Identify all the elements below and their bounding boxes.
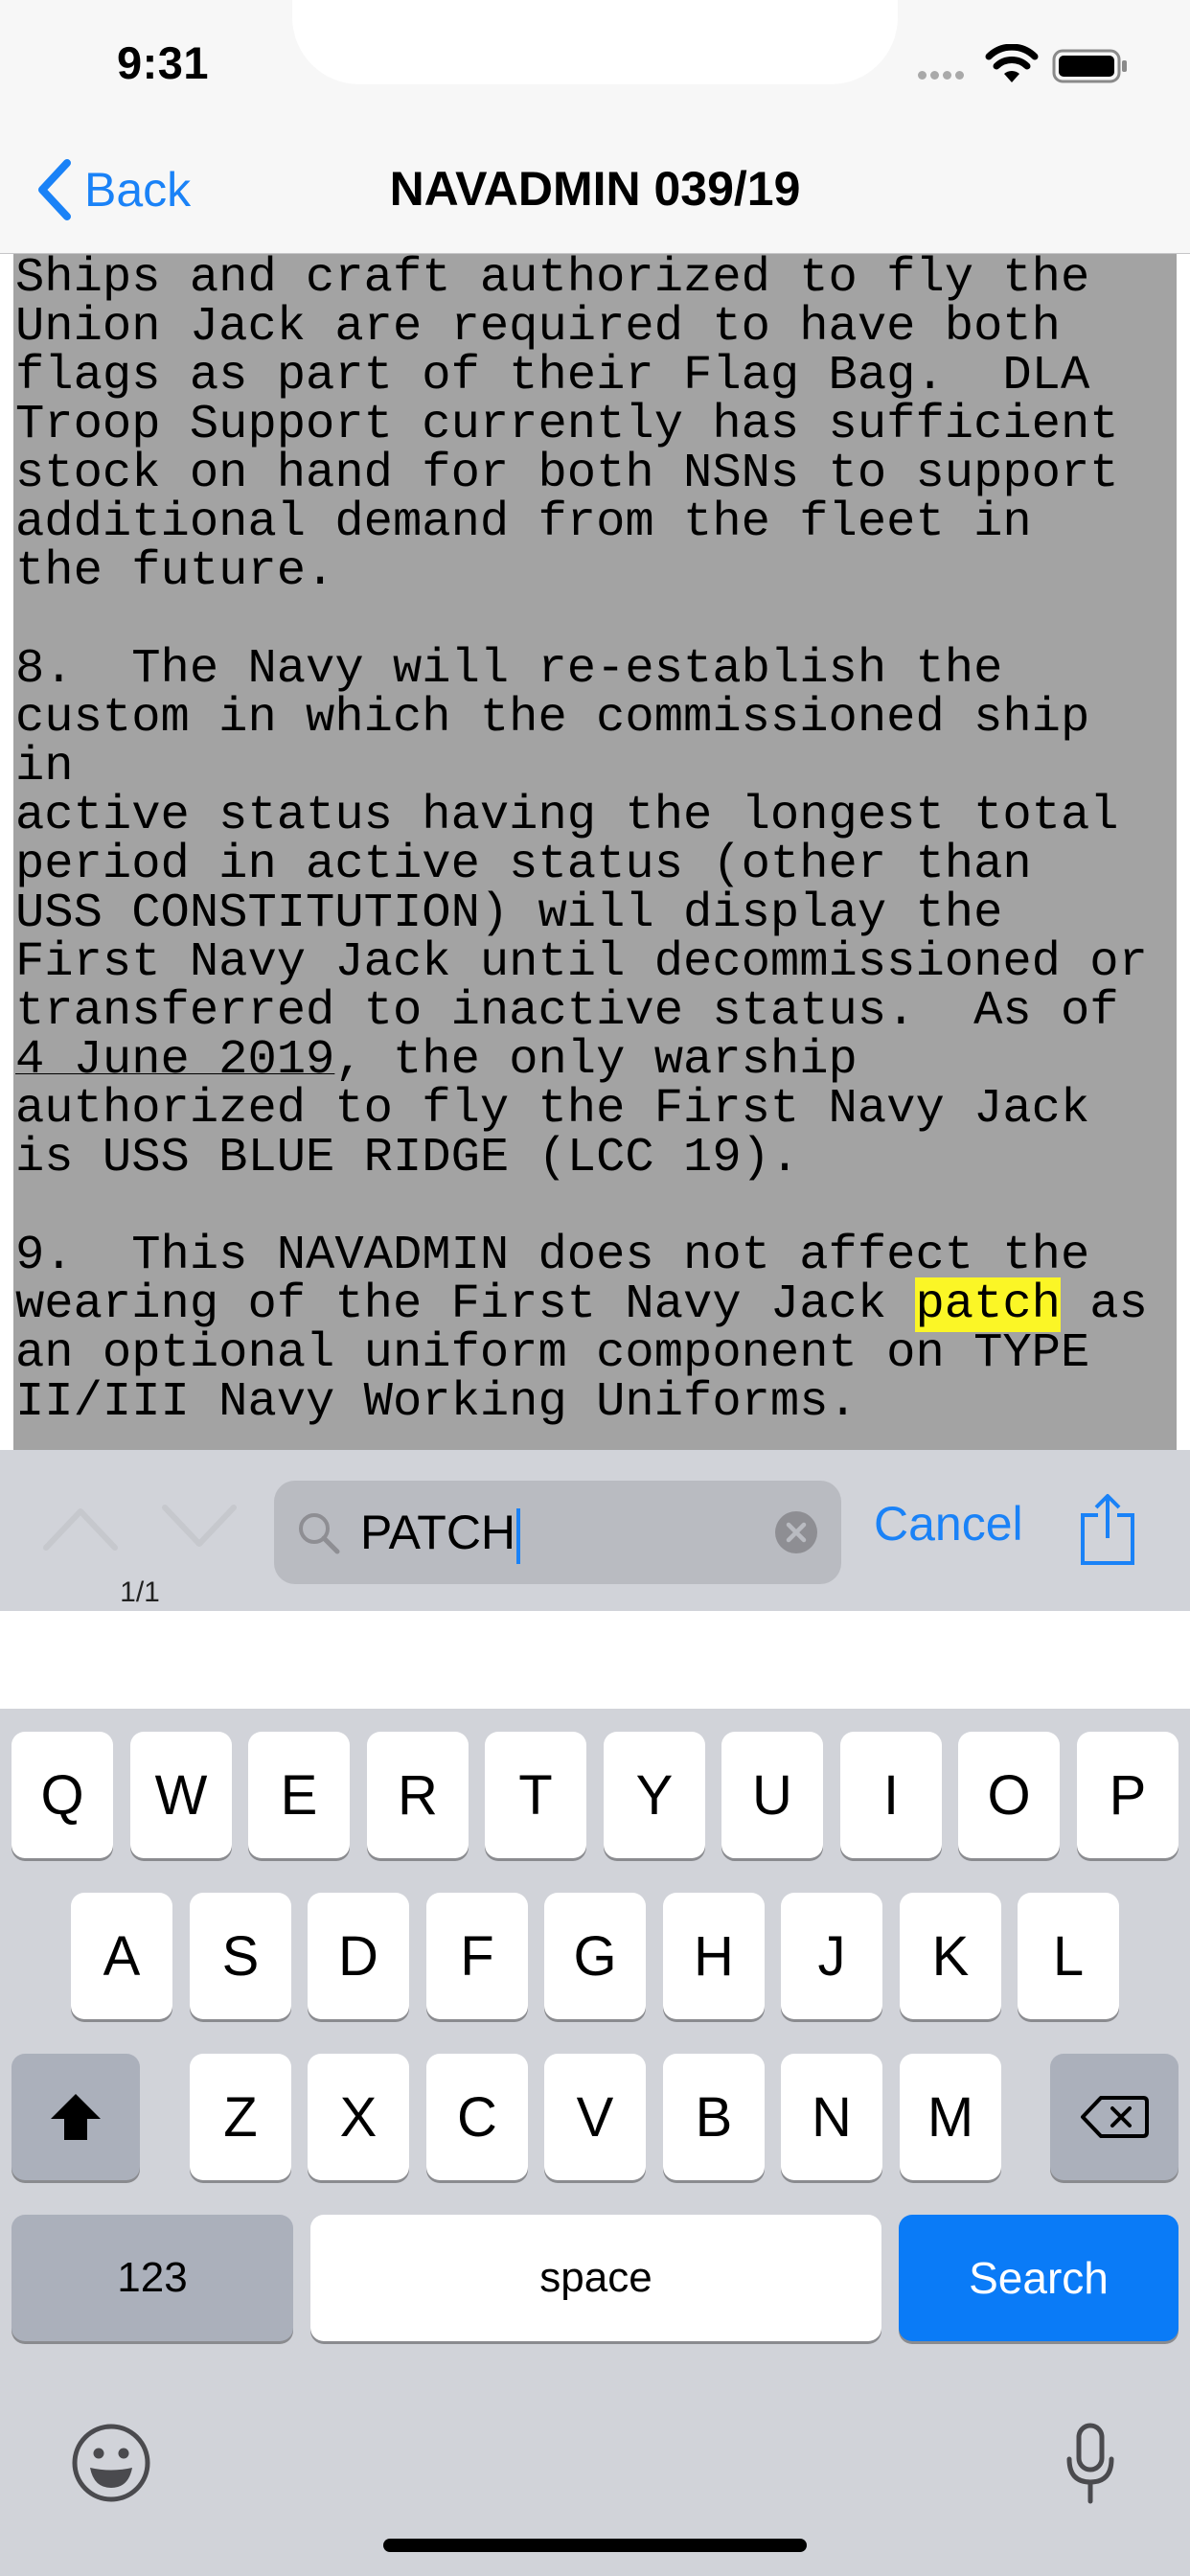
- cancel-button[interactable]: Cancel: [874, 1496, 1023, 1552]
- match-count: 1/1: [120, 1576, 160, 1608]
- status-time: 9:31: [117, 37, 210, 88]
- cellular-signal-icon: [918, 67, 973, 80]
- search-icon: [299, 1513, 340, 1554]
- clear-text-icon[interactable]: [774, 1510, 818, 1554]
- previous-match-button[interactable]: [40, 1498, 121, 1555]
- key-g[interactable]: G: [544, 1893, 646, 2019]
- key-y[interactable]: Y: [604, 1732, 705, 1858]
- key-i[interactable]: I: [840, 1732, 942, 1858]
- backspace-key[interactable]: [1050, 2054, 1179, 2180]
- shift-icon: [51, 2094, 101, 2140]
- key-e[interactable]: E: [248, 1732, 350, 1858]
- key-m[interactable]: M: [900, 2054, 1001, 2180]
- search-input-value: PATCH: [360, 1504, 521, 1564]
- key-n[interactable]: N: [781, 2054, 882, 2180]
- numbers-key[interactable]: 123: [11, 2215, 293, 2341]
- key-t[interactable]: T: [485, 1732, 586, 1858]
- search-input[interactable]: PATCH: [274, 1481, 841, 1584]
- key-o[interactable]: O: [958, 1732, 1060, 1858]
- key-l[interactable]: L: [1018, 1893, 1119, 2019]
- navigation-bar: NAVADMIN 039/19 Back: [0, 126, 1190, 254]
- key-u[interactable]: U: [721, 1732, 823, 1858]
- key-x[interactable]: X: [308, 2054, 409, 2180]
- search-key[interactable]: Search: [899, 2215, 1179, 2341]
- key-p[interactable]: P: [1077, 1732, 1179, 1858]
- text-caret: [516, 1507, 521, 1564]
- key-s[interactable]: S: [190, 1893, 291, 2019]
- key-b[interactable]: B: [663, 2054, 765, 2180]
- key-v[interactable]: V: [544, 2054, 646, 2180]
- backspace-icon: [1081, 2096, 1149, 2138]
- emoji-icon[interactable]: [71, 2423, 151, 2503]
- key-h[interactable]: H: [663, 1893, 765, 2019]
- back-button[interactable]: Back: [34, 153, 191, 226]
- key-d[interactable]: D: [308, 1893, 409, 2019]
- key-c[interactable]: C: [426, 2054, 528, 2180]
- key-k[interactable]: K: [900, 1893, 1001, 2019]
- search-match-highlight: patch: [915, 1277, 1061, 1332]
- keyboard: Q W E R T Y U I O P A S D F G H J K L Z …: [0, 1709, 1190, 2576]
- back-label: Back: [84, 163, 192, 217]
- share-icon[interactable]: [1079, 1492, 1136, 1567]
- battery-icon: [1052, 49, 1127, 83]
- key-r[interactable]: R: [367, 1732, 469, 1858]
- chevron-left-icon: [38, 159, 71, 220]
- document-text: Ships and craft authorized to fly the Un…: [15, 254, 1148, 1430]
- notch: [292, 0, 898, 84]
- key-f[interactable]: F: [426, 1893, 528, 2019]
- home-indicator[interactable]: [383, 2539, 807, 2552]
- status-bar: 9:31: [0, 0, 1190, 126]
- find-bar: 1/1 PATCH Cancel: [0, 1450, 1190, 1611]
- key-w[interactable]: W: [130, 1732, 232, 1858]
- microphone-icon[interactable]: [1064, 2423, 1117, 2505]
- key-z[interactable]: Z: [190, 2054, 291, 2180]
- key-q[interactable]: Q: [11, 1732, 113, 1858]
- date-link[interactable]: 4 June 2019: [15, 1033, 334, 1088]
- next-match-button[interactable]: [159, 1498, 240, 1555]
- document-view[interactable]: Ships and craft authorized to fly the Un…: [0, 254, 1190, 1450]
- document-page: Ships and craft authorized to fly the Un…: [13, 254, 1177, 1450]
- key-a[interactable]: A: [71, 1893, 172, 2019]
- space-key[interactable]: space: [310, 2215, 881, 2341]
- spacer: [0, 1611, 1190, 1709]
- wifi-icon: [985, 44, 1039, 82]
- key-j[interactable]: J: [781, 1893, 882, 2019]
- shift-key[interactable]: [11, 2054, 140, 2180]
